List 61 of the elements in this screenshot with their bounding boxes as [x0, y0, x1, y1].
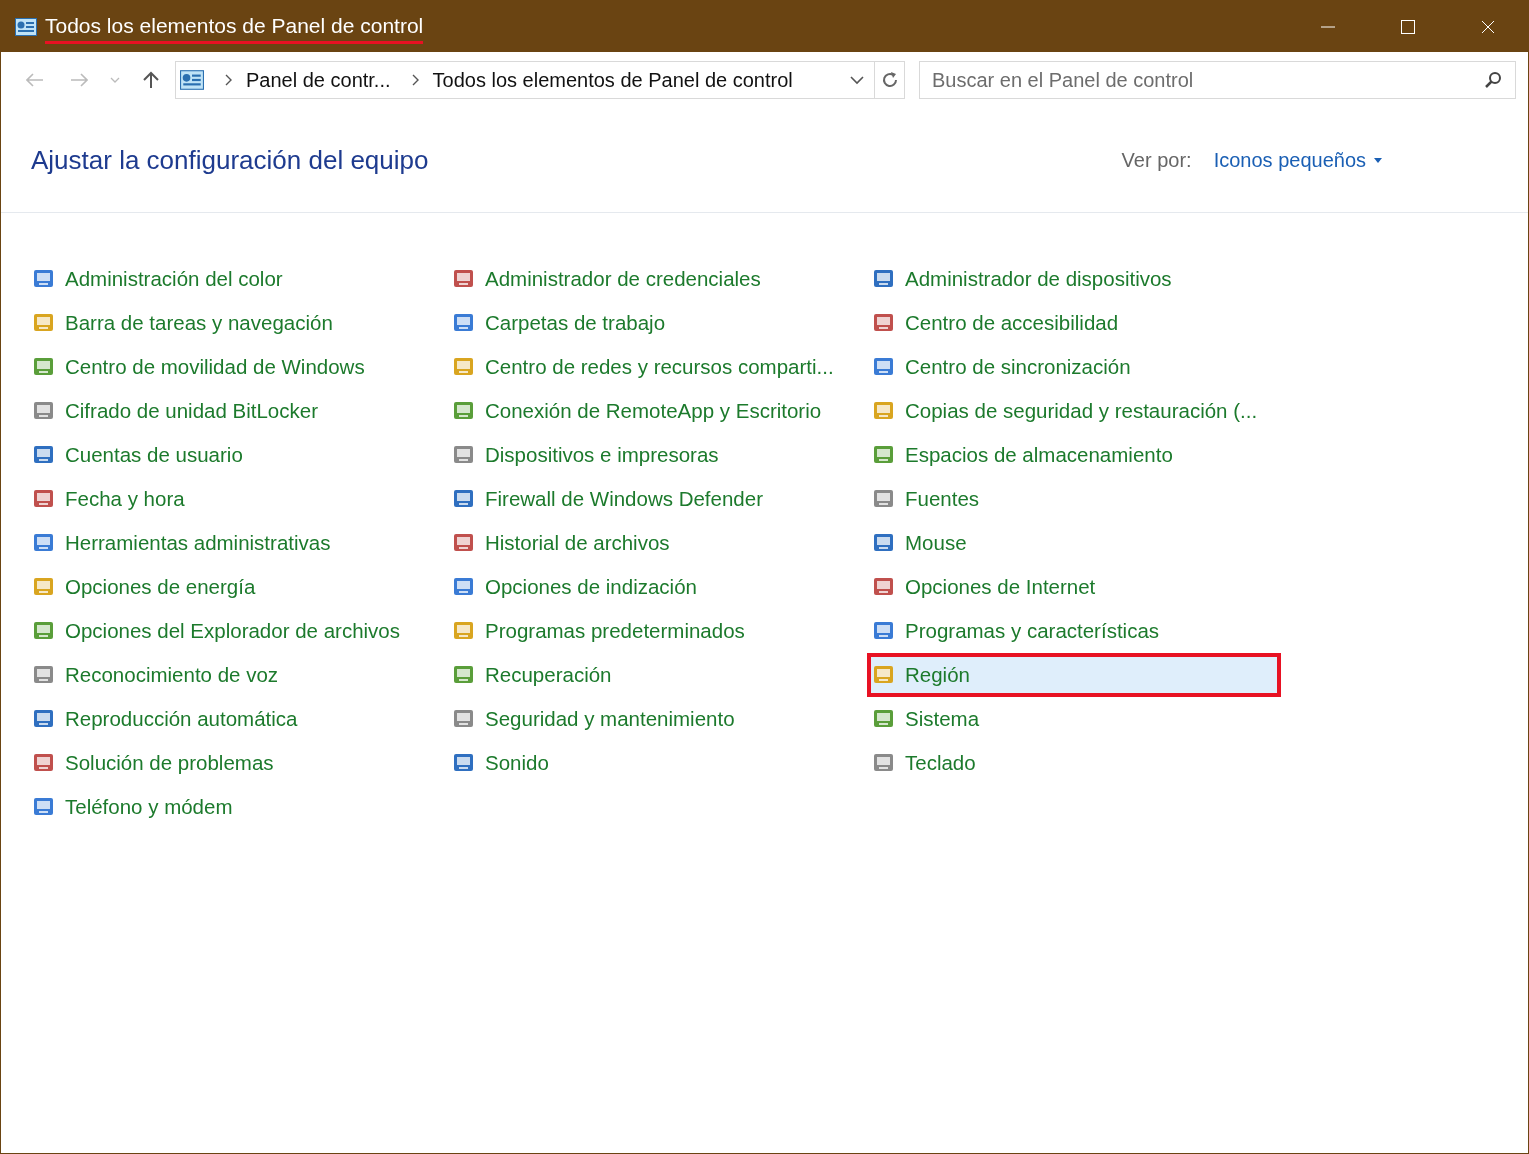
control-panel-item[interactable]: Historial de archivos [451, 525, 857, 561]
control-panel-item[interactable]: Administrador de dispositivos [871, 261, 1277, 297]
dropdown-icon[interactable] [850, 75, 864, 85]
control-panel-item[interactable]: Barra de tareas y navegación [31, 305, 437, 341]
caret-icon [110, 77, 120, 83]
control-panel-item[interactable]: Sonido [451, 745, 857, 781]
control-panel-icon [180, 70, 204, 90]
chevron-icon [410, 74, 419, 86]
control-panel-item[interactable]: Programas predeterminados [451, 613, 857, 649]
control-panel-icon [15, 17, 37, 36]
control-panel-item[interactable]: Teclado [871, 745, 1277, 781]
control-panel-item[interactable]: Centro de redes y recursos comparti... [451, 349, 857, 385]
control-panel-item[interactable]: Administrador de credenciales [451, 261, 857, 297]
control-panel-item[interactable]: Opciones de Internet [871, 569, 1277, 605]
control-panel-item[interactable]: Solución de problemas [31, 745, 437, 781]
control-panel-item[interactable]: Fuentes [871, 481, 1277, 517]
control-panel-item[interactable]: Firewall de Windows Defender [451, 481, 857, 517]
up-arrow-icon [143, 71, 159, 89]
search-icon [1484, 71, 1502, 89]
control-panel-item[interactable]: Fecha y hora [31, 481, 437, 517]
page-heading: Ajustar la configuración del equipo [31, 144, 429, 176]
control-panel-item[interactable]: Carpetas de trabajo [451, 305, 857, 341]
minimize-icon [1321, 25, 1335, 28]
view-by-label: Ver por: [1121, 148, 1192, 172]
forward-arrow-icon [70, 73, 88, 87]
control-panel-item[interactable]: Región [871, 657, 1277, 693]
control-panel-item[interactable]: Administración del color [31, 261, 437, 297]
control-panel-item[interactable]: Centro de sincronización [871, 349, 1277, 385]
control-panel-item[interactable]: Opciones de indización [451, 569, 857, 605]
breadcrumb[interactable]: Panel de contr... [246, 68, 391, 92]
control-panel-item[interactable]: Reproducción automática [31, 701, 437, 737]
control-panel-item[interactable]: Sistema [871, 701, 1277, 737]
control-panel-item[interactable]: Opciones del Explorador de archivos [31, 613, 437, 649]
maximize-icon [1400, 18, 1416, 35]
address-bar[interactable]: Panel de contr... Todos los elementos de Panel de control [175, 61, 875, 99]
control-panel-item[interactable]: Recuperación [451, 657, 857, 693]
control-panel-item[interactable]: Cifrado de unidad BitLocker [31, 393, 437, 429]
control-panel-item[interactable]: Mouse [871, 525, 1277, 561]
control-panel-item[interactable]: Copias de seguridad y restauración (... [871, 393, 1277, 429]
refresh-button[interactable] [875, 61, 905, 99]
control-panel-item[interactable]: Seguridad y mantenimiento [451, 701, 857, 737]
refresh-icon [881, 71, 898, 89]
back-arrow-icon [26, 73, 44, 87]
control-panel-item[interactable]: Conexión de RemoteApp y Escritorio [451, 393, 857, 429]
control-panel-item[interactable]: Teléfono y módem [31, 789, 437, 825]
view-by-dropdown[interactable]: Iconos pequeños [1213, 148, 1382, 172]
control-panel-item[interactable]: Opciones de energía [31, 569, 437, 605]
control-panel-item[interactable]: Dispositivos e impresoras [451, 437, 857, 473]
control-panel-item[interactable]: Centro de movilidad de Windows [31, 349, 437, 385]
window-title: Todos los elementos de Panel de control [45, 13, 424, 44]
close-icon [1480, 18, 1496, 35]
search-field[interactable]: Buscar en el Panel de control [919, 61, 1516, 99]
control-panel-item[interactable]: Centro de accesibilidad [871, 305, 1277, 341]
control-panel-item[interactable]: Cuentas de usuario [31, 437, 437, 473]
control-panel-item[interactable]: Reconocimiento de voz [31, 657, 437, 693]
caret-icon [1374, 157, 1382, 163]
chevron-icon [224, 74, 232, 86]
control-panel-item[interactable]: Programas y características [871, 613, 1277, 649]
control-panel-item[interactable]: Espacios de almacenamiento [871, 437, 1277, 473]
breadcrumb[interactable]: Todos los elementos de Panel de control [432, 68, 793, 92]
control-panel-item[interactable]: Herramientas administrativas [31, 525, 437, 561]
